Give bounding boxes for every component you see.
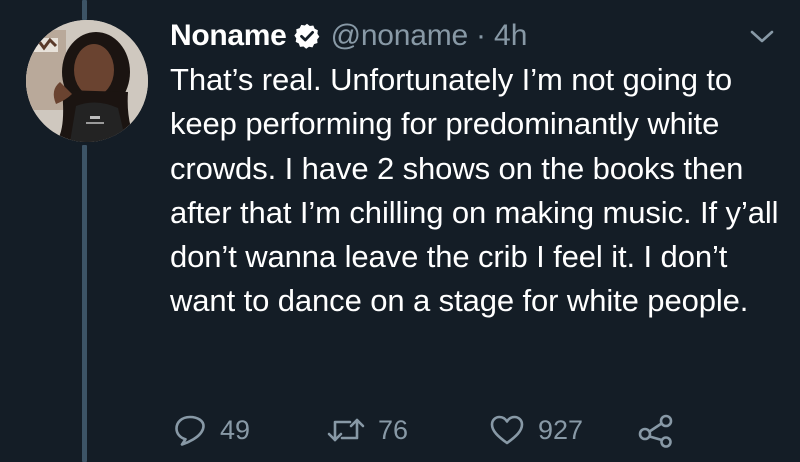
chevron-down-icon[interactable] [748,26,776,46]
share-nodes-icon [636,412,676,448]
tweet-text: That’s real. Unfortunately I’m not going… [170,62,779,319]
display-name[interactable]: Noname [170,19,287,53]
tweet-header: Noname @noname · 4h [170,14,527,58]
share-button[interactable] [636,410,676,450]
thread-connector-top [82,0,87,20]
retweet-arrows-icon [326,412,366,448]
heart-icon [488,412,526,448]
tweet-actions: 49 76 927 [0,410,800,462]
reply-count: 49 [220,414,251,445]
separator-dot: · [476,19,487,52]
timestamp[interactable]: 4h [494,19,527,53]
avatar[interactable] [26,20,148,142]
tweet[interactable]: Noname @noname · 4h That’s real. Unfortu… [0,0,800,462]
like-count: 927 [538,414,584,445]
reply-bubble-icon [172,412,208,448]
like-button[interactable]: 927 [488,410,583,450]
retweet-count: 76 [378,414,409,445]
reply-button[interactable]: 49 [172,410,250,450]
retweet-button[interactable]: 76 [326,410,408,450]
user-handle[interactable]: @noname [331,19,469,53]
verified-badge-icon [293,22,321,50]
